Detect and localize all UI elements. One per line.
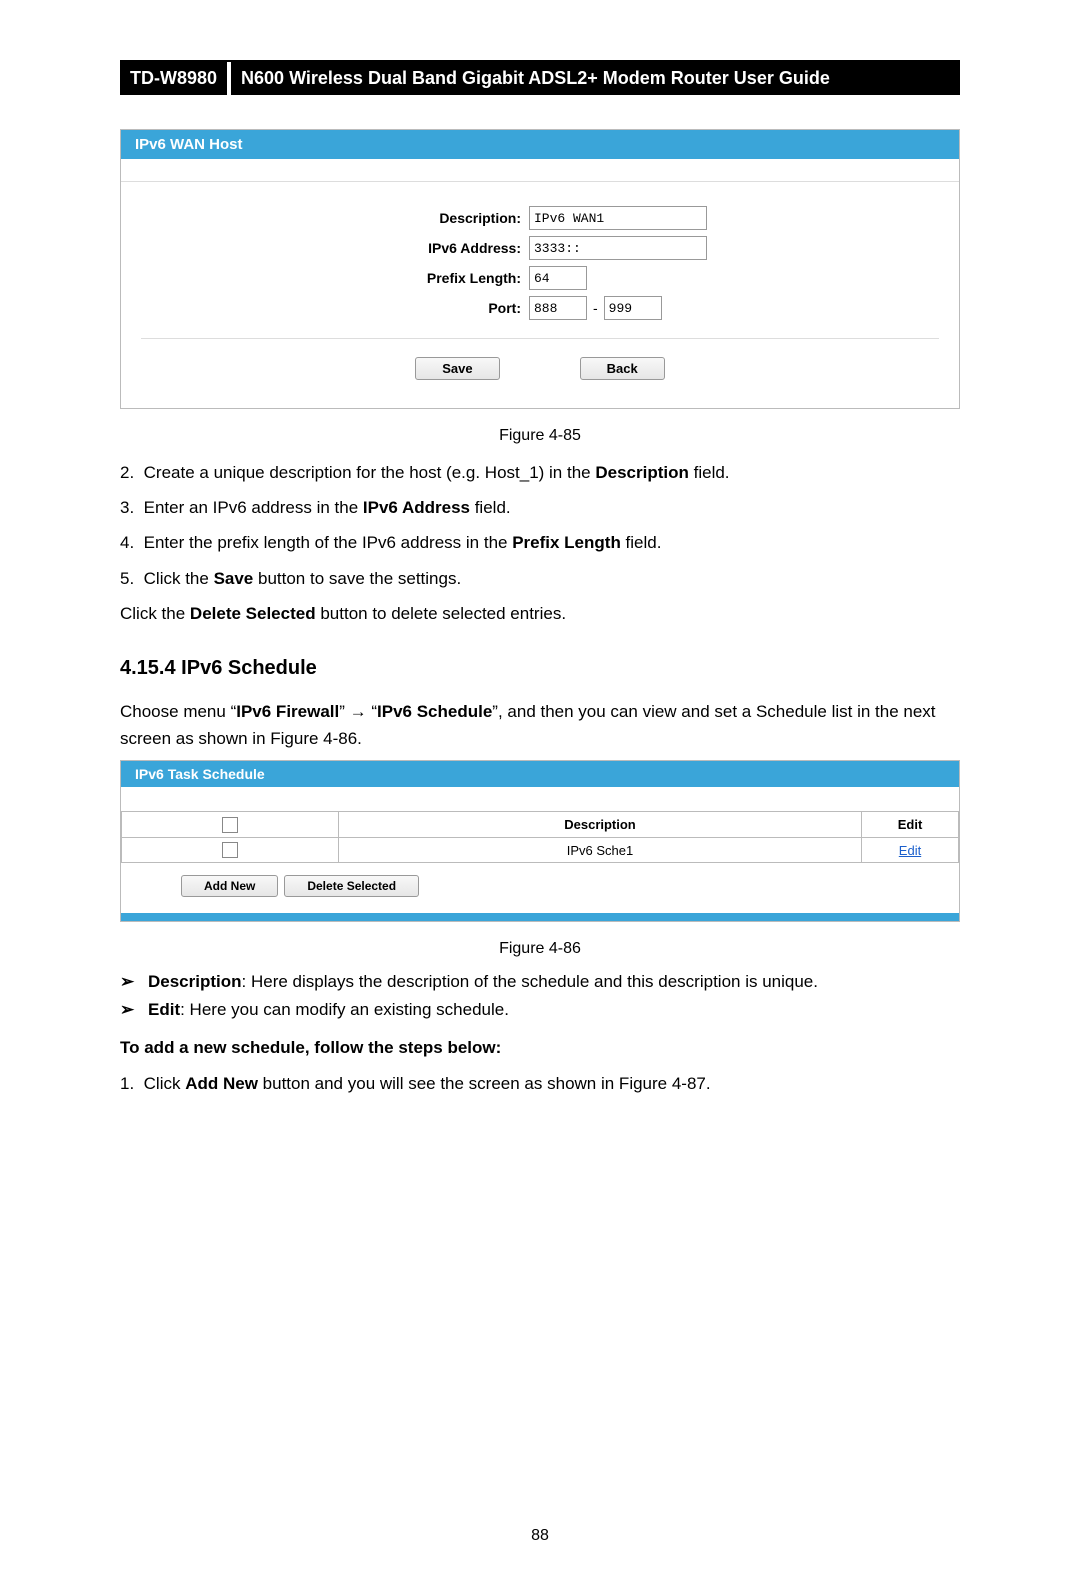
table-header-row: Description Edit xyxy=(122,812,959,838)
label-prefix-length: Prefix Length: xyxy=(141,270,529,286)
schedule-table: Description Edit IPv6 Sche1 Edit xyxy=(121,811,959,863)
step-5: 5. Click the Save button to save the set… xyxy=(120,565,960,592)
add-step-1: 1. Click Add New button and you will see… xyxy=(120,1070,960,1097)
schedule-intro: Choose menu “IPv6 Firewall” → “IPv6 Sche… xyxy=(120,698,960,752)
bullet-description: ➢ Description: Here displays the descrip… xyxy=(120,972,960,992)
label-description: Description: xyxy=(141,210,529,226)
add-new-button[interactable]: Add New xyxy=(181,875,278,897)
doc-title: N600 Wireless Dual Band Gigabit ADSL2+ M… xyxy=(231,62,960,95)
panel86-title: IPv6 Task Schedule xyxy=(121,761,959,787)
label-ipv6-address: IPv6 Address: xyxy=(141,240,529,256)
page-number: 88 xyxy=(120,1527,960,1545)
doc-header: TD-W8980 N600 Wireless Dual Band Gigabit… xyxy=(120,60,960,95)
chevron-right-icon: ➢ xyxy=(120,1000,148,1020)
row-checkbox[interactable] xyxy=(222,842,238,858)
port-to-input[interactable] xyxy=(604,296,662,320)
col-description: Description xyxy=(339,812,862,838)
back-button[interactable]: Back xyxy=(580,357,665,380)
description-input[interactable] xyxy=(529,206,707,230)
col-edit: Edit xyxy=(862,812,959,838)
row-description: IPv6 Sche1 xyxy=(339,837,862,863)
edit-link[interactable]: Edit xyxy=(899,843,921,858)
step-2: 2. Create a unique description for the h… xyxy=(120,459,960,486)
add-schedule-heading: To add a new schedule, follow the steps … xyxy=(120,1034,960,1061)
panel86-strip xyxy=(121,787,959,811)
delete-selected-button[interactable]: Delete Selected xyxy=(284,875,419,897)
delete-selected-note: Click the Delete Selected button to dele… xyxy=(120,600,960,627)
label-port: Port: xyxy=(141,300,529,316)
panel-strip xyxy=(121,159,959,182)
model-badge: TD-W8980 xyxy=(120,62,227,95)
select-all-checkbox[interactable] xyxy=(222,817,238,833)
port-from-input[interactable] xyxy=(529,296,587,320)
port-separator: - xyxy=(587,300,604,316)
panel86-footer xyxy=(121,913,959,921)
chevron-right-icon: ➢ xyxy=(120,972,148,992)
table-row: IPv6 Sche1 Edit xyxy=(122,837,959,863)
prefix-length-input[interactable] xyxy=(529,266,587,290)
ipv6-wan-host-panel: IPv6 WAN Host Description: IPv6 Address:… xyxy=(120,129,960,409)
step-4: 4. Enter the prefix length of the IPv6 a… xyxy=(120,529,960,556)
step-3: 3. Enter an IPv6 address in the IPv6 Add… xyxy=(120,494,960,521)
figure-86-caption: Figure 4-86 xyxy=(120,940,960,958)
save-button[interactable]: Save xyxy=(415,357,499,380)
panel-title: IPv6 WAN Host xyxy=(121,130,959,159)
ipv6-address-input[interactable] xyxy=(529,236,707,260)
ipv6-task-schedule-panel: IPv6 Task Schedule Description Edit IPv6… xyxy=(120,760,960,922)
figure-85-caption: Figure 4-85 xyxy=(120,427,960,445)
bullet-edit: ➢ Edit: Here you can modify an existing … xyxy=(120,1000,960,1020)
section-heading: 4.15.4 IPv6 Schedule xyxy=(120,657,960,680)
